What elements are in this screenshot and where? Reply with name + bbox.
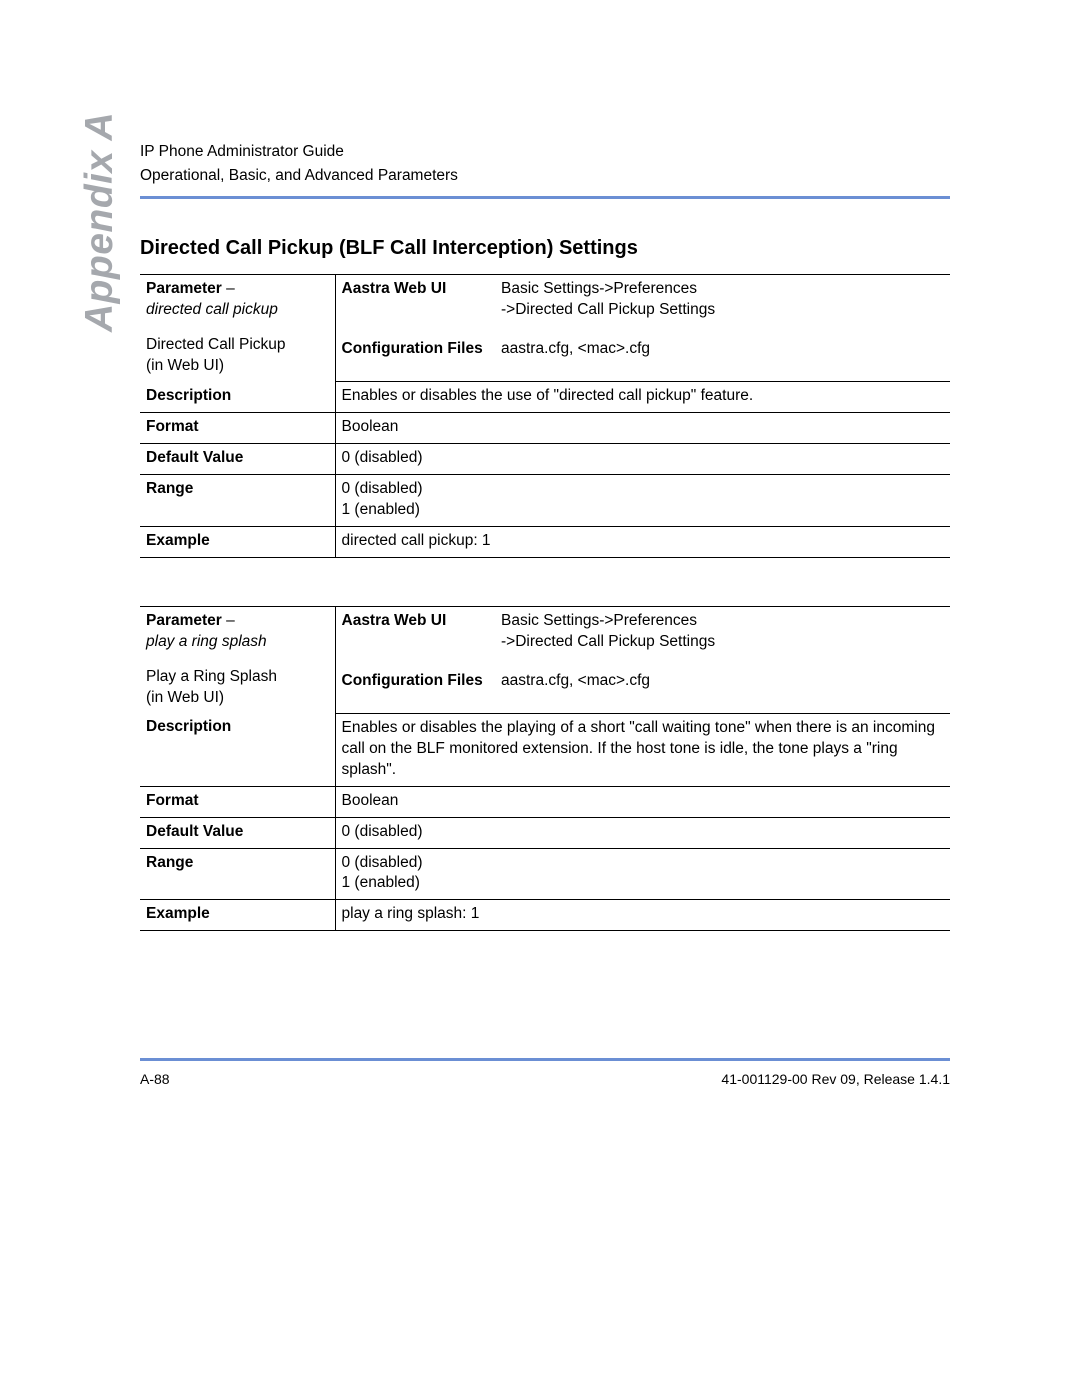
desc-label: Description bbox=[140, 713, 335, 786]
aastra-label: Aastra Web UI bbox=[335, 606, 495, 667]
default-value: 0 (disabled) bbox=[335, 817, 950, 848]
page-footer: A-88 41-001129-00 Rev 09, Release 1.4.1 bbox=[140, 1058, 950, 1087]
default-label: Default Value bbox=[140, 817, 335, 848]
format-value: Boolean bbox=[335, 786, 950, 817]
config-label: Configuration Files bbox=[335, 667, 495, 702]
range-1: 0 (disabled) bbox=[342, 854, 423, 871]
range-2: 1 (enabled) bbox=[342, 874, 420, 891]
header-divider bbox=[140, 196, 950, 199]
param-webui-1: Directed Call Pickup bbox=[146, 336, 286, 353]
doc-subtitle: Operational, Basic, and Advanced Paramet… bbox=[140, 164, 950, 188]
format-value: Boolean bbox=[335, 413, 950, 444]
config-label: Configuration Files bbox=[335, 335, 495, 370]
doc-version: 41-001129-00 Rev 09, Release 1.4.1 bbox=[721, 1071, 950, 1087]
range-label: Range bbox=[140, 848, 335, 900]
example-label: Example bbox=[140, 900, 335, 931]
param-label: Parameter bbox=[146, 280, 222, 297]
desc-value: Enables or disables the playing of a sho… bbox=[335, 713, 950, 786]
section-title: Directed Call Pickup (BLF Call Intercept… bbox=[140, 237, 950, 260]
range-2: 1 (enabled) bbox=[342, 501, 420, 518]
desc-label: Description bbox=[140, 382, 335, 413]
parameter-table-1: Parameter – directed call pickup Directe… bbox=[140, 274, 950, 558]
param-webui-1: Play a Ring Splash bbox=[146, 668, 277, 685]
parameter-table-2: Parameter – play a ring splash Play a Ri… bbox=[140, 606, 950, 932]
param-webui-2: (in Web UI) bbox=[146, 689, 224, 706]
default-label: Default Value bbox=[140, 444, 335, 475]
param-webui-2: (in Web UI) bbox=[146, 357, 224, 374]
doc-title: IP Phone Administrator Guide bbox=[140, 140, 950, 164]
aastra-label: Aastra Web UI bbox=[335, 275, 495, 336]
aastra-path2: ->Directed Call Pickup Settings bbox=[501, 633, 715, 650]
document-page: IP Phone Administrator Guide Operational… bbox=[0, 0, 1080, 1397]
desc-value: Enables or disables the use of "directed… bbox=[335, 382, 950, 413]
param-italic: play a ring splash bbox=[146, 633, 267, 650]
appendix-side-label: Appendix A bbox=[78, 112, 122, 332]
range-label: Range bbox=[140, 474, 335, 526]
page-number: A-88 bbox=[140, 1071, 170, 1087]
page-header: IP Phone Administrator Guide Operational… bbox=[140, 140, 950, 199]
aastra-path1: Basic Settings->Preferences bbox=[501, 280, 697, 297]
config-value: aastra.cfg, <mac>.cfg bbox=[495, 667, 950, 702]
format-label: Format bbox=[140, 786, 335, 817]
footer-divider bbox=[140, 1058, 950, 1061]
aastra-path1: Basic Settings->Preferences bbox=[501, 612, 697, 629]
config-value: aastra.cfg, <mac>.cfg bbox=[495, 335, 950, 370]
range-1: 0 (disabled) bbox=[342, 480, 423, 497]
example-value: directed call pickup: 1 bbox=[335, 526, 950, 557]
example-label: Example bbox=[140, 526, 335, 557]
default-value: 0 (disabled) bbox=[335, 444, 950, 475]
param-label: Parameter bbox=[146, 612, 222, 629]
format-label: Format bbox=[140, 413, 335, 444]
aastra-path2: ->Directed Call Pickup Settings bbox=[501, 301, 715, 318]
param-italic: directed call pickup bbox=[146, 301, 278, 318]
example-value: play a ring splash: 1 bbox=[335, 900, 950, 931]
